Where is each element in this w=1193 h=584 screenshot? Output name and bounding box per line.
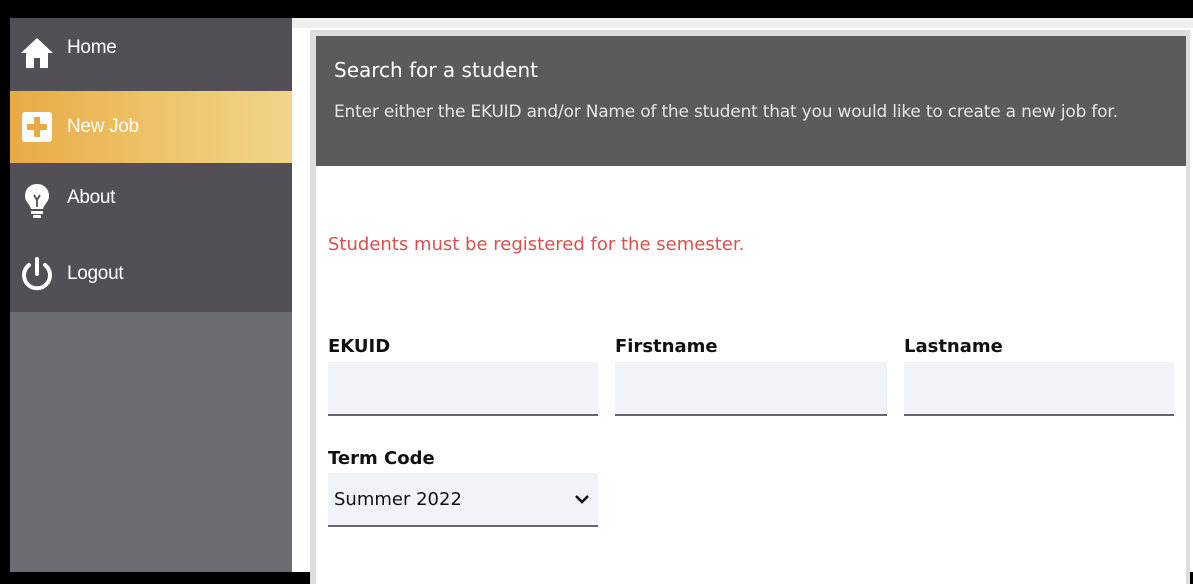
sidebar-item-home[interactable]: Home [10,18,292,88]
card-title: Search for a student [334,58,538,82]
lastname-input[interactable] [904,362,1174,416]
firstname-label: Firstname [615,336,718,357]
term-code-value: Summer 2022 [334,488,462,510]
sidebar-item-label: Home [67,37,117,58]
sidebar-item-new-job[interactable]: New Job [10,91,292,163]
sidebar-nav: Home New Job About Logout [10,18,292,312]
power-icon [19,257,55,293]
sidebar-item-logout[interactable]: Logout [10,242,292,308]
sidebar: Home New Job About Logout [10,18,292,572]
lastname-label: Lastname [904,336,1003,357]
sidebar-item-about[interactable]: About [10,168,292,234]
lightbulb-icon [19,183,55,219]
ekuid-label: EKUID [328,336,391,357]
sidebar-item-label: New Job [67,116,139,137]
ekuid-input[interactable] [328,362,598,416]
sidebar-item-label: About [67,187,116,208]
firstname-input[interactable] [615,362,887,416]
plus-icon [19,109,55,145]
top-strip [292,18,1193,28]
home-icon [19,35,55,71]
card-header: Search for a student Enter either the EK… [316,36,1186,166]
card-description: Enter either the EKUID and/or Name of th… [334,102,1118,122]
term-code-label: Term Code [328,448,435,469]
search-card: Search for a student Enter either the EK… [310,30,1190,584]
chevron-down-icon [574,490,590,509]
main-content: Search for a student Enter either the EK… [292,18,1193,584]
sidebar-item-label: Logout [67,263,124,284]
term-code-select[interactable]: Summer 2022 [328,473,598,527]
registration-warning: Students must be registered for the seme… [328,234,745,255]
